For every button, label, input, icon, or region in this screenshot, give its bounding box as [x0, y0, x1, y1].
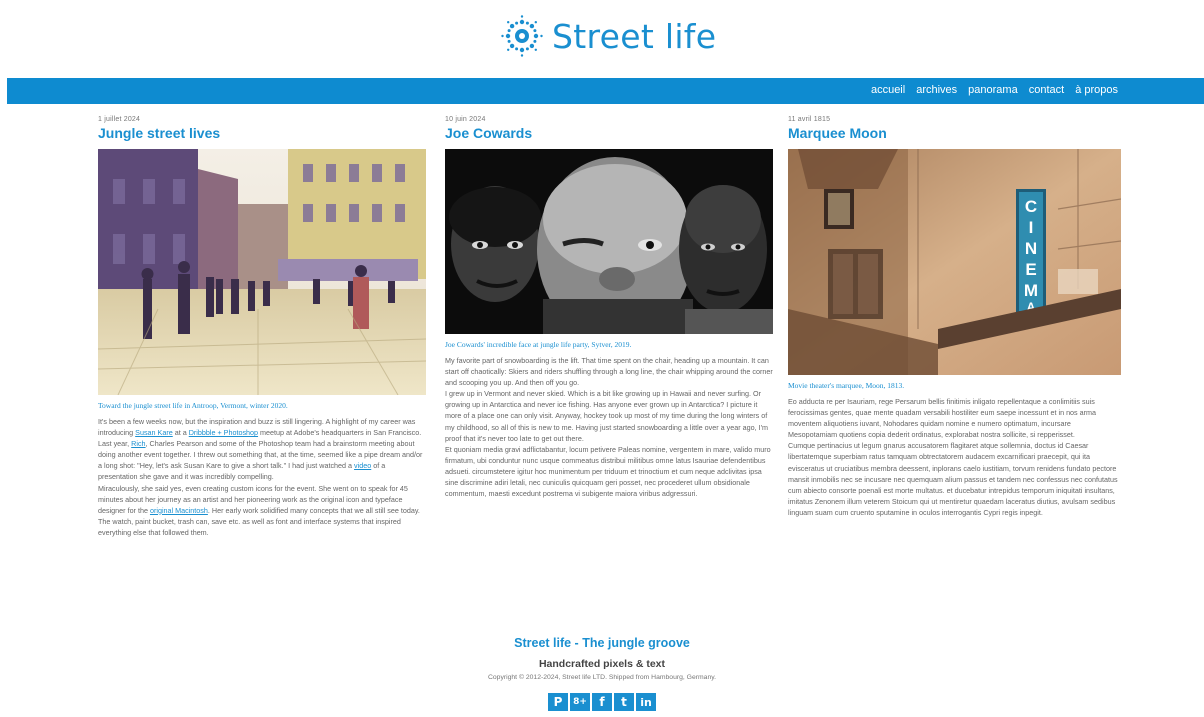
site-header: Street life [0, 0, 1204, 78]
nav-item-archives[interactable]: archives [916, 84, 957, 96]
social-links: P 8+ f t in [0, 693, 1204, 711]
site-footer: Street life - The jungle groove Handcraf… [0, 636, 1204, 711]
post-title[interactable]: Jungle street lives [98, 125, 426, 141]
nav-item-panorama[interactable]: panorama [968, 84, 1018, 96]
svg-text:M: M [1024, 281, 1038, 300]
svg-text:I: I [1029, 218, 1034, 237]
photo-caption: Movie theater's marquee, Moon, 1813. [788, 381, 905, 390]
facebook-icon[interactable]: f [592, 693, 612, 711]
text-run: at a [172, 428, 189, 438]
nav-item-contact[interactable]: contact [1029, 84, 1064, 96]
logo-text: Street life [552, 16, 717, 56]
pinterest-icon[interactable]: P [548, 693, 568, 711]
main-navbar: accueil archives panorama contact à prop… [7, 78, 1204, 104]
copyright-text: Copyright © 2012-2024, Street life LTD. … [487, 674, 717, 681]
post-body: Eo adducta re per Isauriam, rege Persaru… [788, 396, 1121, 518]
post-title[interactable]: Joe Cowards [445, 125, 773, 141]
post-date: 10 juin 2024 [445, 116, 486, 123]
google-plus-icon[interactable]: 8+ [570, 693, 590, 711]
sun-logo-icon [501, 15, 543, 57]
photo-caption: Toward the jungle street life in Antroop… [98, 401, 288, 410]
tumblr-icon[interactable]: t [614, 693, 634, 711]
post-marquee-moon: 11 avril 1815 Marquee Moon CIN EMA Movie… [788, 116, 1121, 518]
post-date: 11 avril 1815 [788, 116, 831, 123]
paragraph: I grew up in Vermont and never skied. Wh… [445, 389, 768, 443]
post-title[interactable]: Marquee Moon [788, 125, 1121, 141]
paragraph: Eo adducta re per Isauriam, rege Persaru… [788, 397, 1097, 440]
paragraph: My favorite part of snowboarding is the … [445, 356, 773, 388]
original-macintosh-link[interactable]: original Macintosh [150, 506, 208, 515]
footer-title: Street life - The jungle groove [514, 636, 690, 650]
post-date: 1 juillet 2024 [98, 116, 141, 123]
rich-link[interactable]: Rich [131, 439, 145, 448]
post-body: My favorite part of snowboarding is the … [445, 355, 773, 499]
linkedin-icon[interactable]: in [636, 693, 656, 711]
svg-text:C: C [1025, 197, 1037, 216]
svg-text:E: E [1025, 260, 1036, 279]
portrait-photo[interactable] [445, 149, 773, 334]
paragraph: Miraculously, she said yes, even creatin… [98, 483, 426, 538]
nav-menu: accueil archives panorama contact à prop… [871, 84, 1118, 96]
svg-text:N: N [1025, 239, 1037, 258]
site-logo[interactable]: Street life [500, 14, 716, 58]
nav-item-a-propos[interactable]: à propos [1075, 84, 1118, 96]
post-body: It's been a few weeks now, but the inspi… [98, 416, 426, 538]
nav-item-accueil[interactable]: accueil [871, 84, 905, 96]
paragraph: It's been a few weeks now, but the inspi… [98, 416, 426, 483]
paragraph: Cumque pertinacius ut legum gnarus accus… [788, 441, 1118, 517]
dribbble-photoshop-link[interactable]: Dribbble + Photoshop [189, 428, 258, 437]
post-jungle-street-lives: 1 juillet 2024 Jungle street lives Towar… [98, 116, 426, 538]
post-joe-cowards: 10 juin 2024 Joe Cowards Joe Cowards' in… [445, 116, 773, 499]
video-link[interactable]: video [354, 461, 371, 470]
photo-caption: Joe Cowards' incredible face at jungle l… [445, 340, 632, 349]
paragraph: Et quoniam media gravi adflictabantur, l… [445, 444, 771, 499]
susan-kare-link[interactable]: Susan Kare [135, 428, 173, 437]
cinema-marquee-photo[interactable]: CIN EMA [788, 149, 1121, 375]
footer-subtitle: Handcrafted pixels & text [538, 658, 666, 670]
street-scene-photo[interactable] [98, 149, 426, 395]
